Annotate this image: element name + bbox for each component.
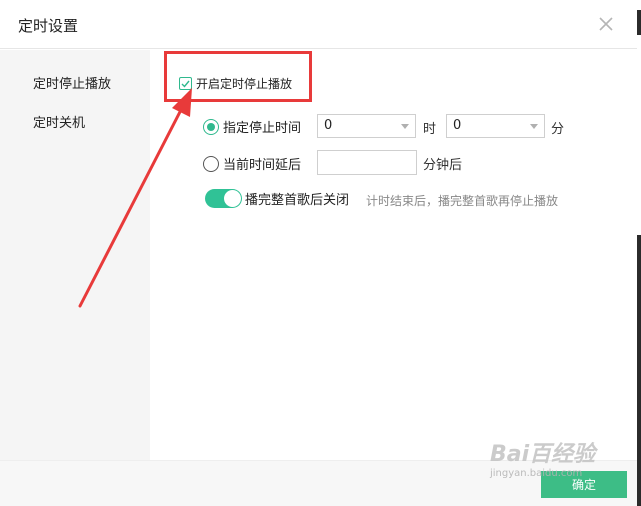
dialog-title: 定时设置 <box>18 17 79 35</box>
delay-radio[interactable]: 当前时间延后 <box>203 154 301 173</box>
delay-minutes-input[interactable] <box>317 150 417 175</box>
hour-select[interactable]: 0 <box>317 114 416 138</box>
timer-settings-dialog: 定时设置 定时停止播放 定时关机 开启定时停止播放 指定停止时间 0 时 0 分… <box>0 0 641 506</box>
radio-button[interactable] <box>203 118 219 135</box>
minute-select[interactable]: 0 <box>446 114 545 138</box>
finish-song-toggle[interactable] <box>205 189 242 208</box>
specify-time-label: 指定停止时间 <box>223 121 302 136</box>
minute-unit: 分 <box>551 122 565 137</box>
chevron-down-icon <box>401 124 409 129</box>
radio-button[interactable] <box>203 155 219 172</box>
close-button[interactable] <box>595 13 617 35</box>
hour-unit: 时 <box>423 122 437 137</box>
window-edge <box>637 0 641 506</box>
enable-timed-stop-label: 开启定时停止播放 <box>196 77 293 91</box>
title-bar: 定时设置 <box>0 0 637 49</box>
sidebar-item-timed-shutdown[interactable]: 定时关机 <box>33 112 85 131</box>
check-icon <box>181 80 190 88</box>
checkbox-box[interactable] <box>179 77 192 90</box>
confirm-button[interactable]: 确定 <box>541 471 627 498</box>
finish-song-hint: 计时结束后，播完整首歌再停止播放 <box>366 194 559 208</box>
close-icon <box>599 17 613 31</box>
settings-content <box>150 50 637 460</box>
specify-time-radio[interactable]: 指定停止时间 <box>203 117 301 136</box>
delay-unit: 分钟后 <box>423 158 463 173</box>
sidebar-item-timed-stop[interactable]: 定时停止播放 <box>33 73 111 92</box>
hour-value: 0 <box>324 118 333 133</box>
minute-value: 0 <box>453 118 462 133</box>
finish-song-label: 播完整首歌后关闭 <box>245 193 350 208</box>
chevron-down-icon <box>530 124 538 129</box>
delay-label: 当前时间延后 <box>223 158 302 173</box>
finish-song-toggle-row[interactable]: 播完整首歌后关闭 <box>205 189 349 208</box>
enable-timed-stop-checkbox[interactable]: 开启定时停止播放 <box>179 75 292 92</box>
settings-sidebar: 定时停止播放 定时关机 <box>0 50 150 460</box>
